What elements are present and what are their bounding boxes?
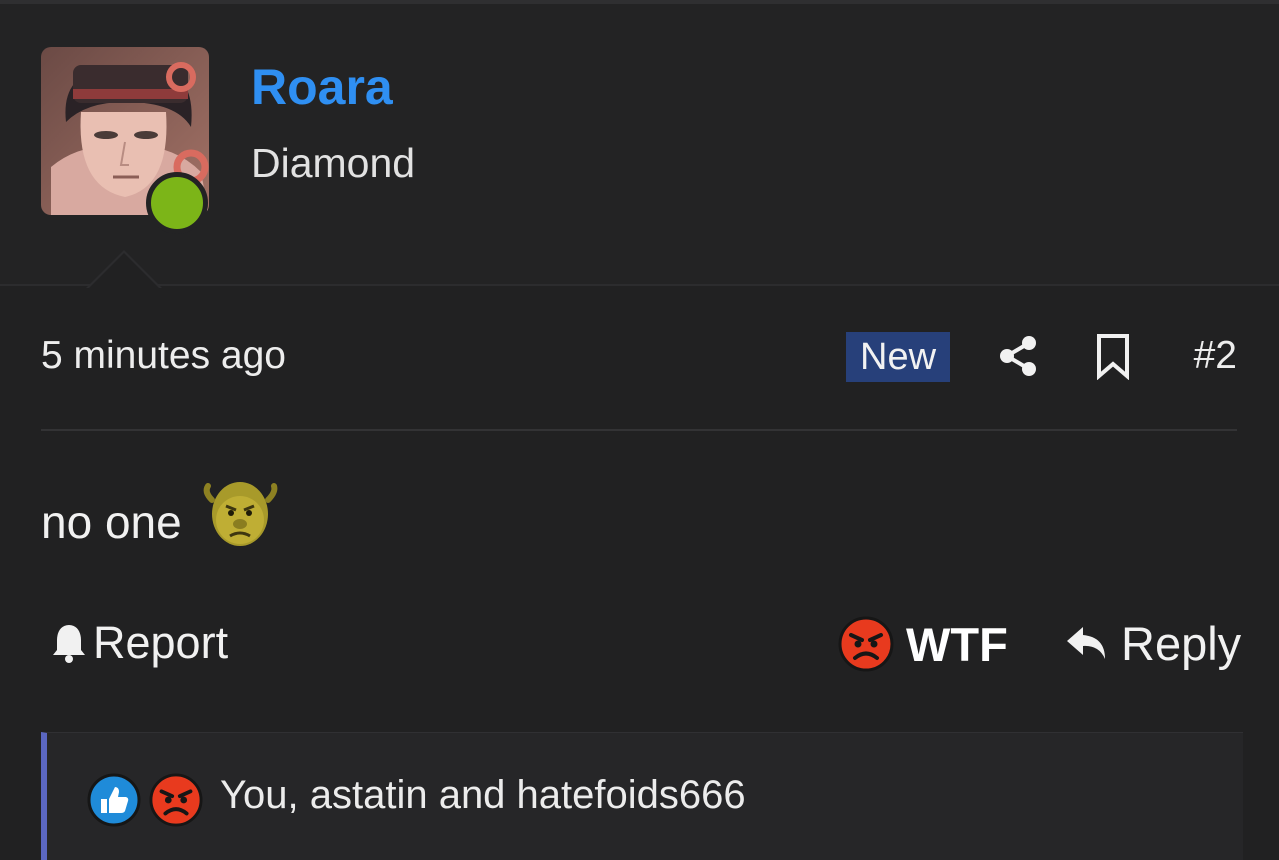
report-button[interactable]: Report [51, 617, 228, 669]
share-button[interactable] [996, 334, 1040, 378]
avatar-container[interactable] [41, 47, 209, 234]
post-actions: Report WTF Reply [41, 612, 1241, 676]
wtf-label: WTF [906, 617, 1008, 671]
reactions-summary-bar: You, astatin and hatefoids666 [41, 732, 1243, 860]
bookmark-icon [1097, 334, 1129, 381]
post-number-link[interactable]: #2 [1194, 334, 1237, 378]
new-badge: New [846, 332, 951, 382]
author-title: Diamond [251, 140, 416, 186]
reply-button[interactable]: Reply [1065, 616, 1242, 670]
header-pointer [86, 250, 162, 289]
reply-arrow-icon [1067, 627, 1105, 659]
user-header: Roara Diamond [0, 4, 1279, 289]
like-icon [87, 773, 141, 827]
share-icon [1000, 336, 1036, 376]
author-username[interactable]: Roara [251, 58, 393, 116]
shrek-emoji [200, 470, 280, 548]
bookmark-button[interactable] [1093, 332, 1133, 381]
report-label: Report [93, 617, 229, 668]
reactions-summary-text[interactable]: You, astatin and hatefoids666 [220, 773, 746, 818]
post-timestamp[interactable]: 5 minutes ago [41, 334, 286, 378]
bell-icon [53, 625, 85, 663]
angry-face-icon [838, 616, 894, 672]
post-meta-bar: 5 minutes ago New #2 [41, 330, 1237, 386]
meta-divider [41, 429, 1237, 431]
post-body-text: no one [41, 496, 182, 548]
wtf-reaction-button[interactable]: WTF [838, 614, 1008, 674]
reply-label: Reply [1121, 616, 1242, 670]
reaction-icons[interactable] [87, 773, 203, 827]
online-status-indicator [146, 172, 208, 234]
angry-face-icon [149, 773, 203, 827]
